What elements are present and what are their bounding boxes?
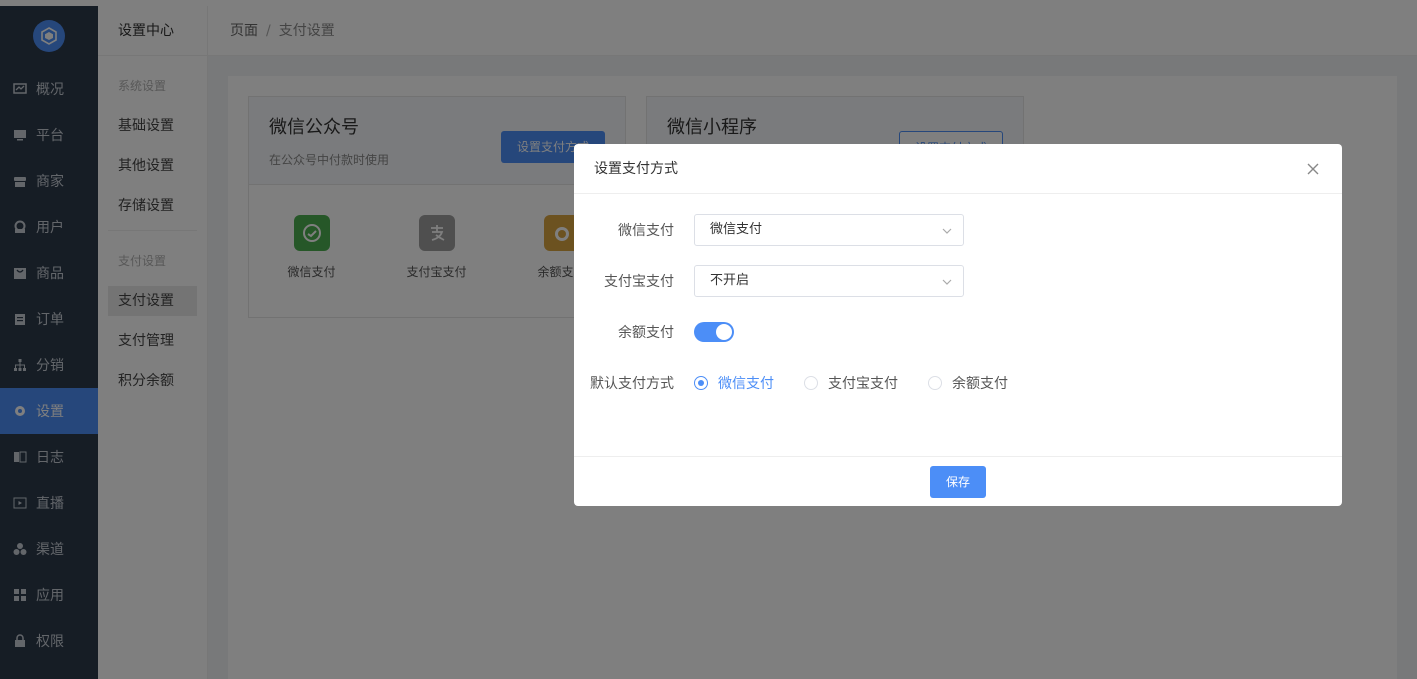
alipay-label: 支付宝支付 <box>604 274 674 290</box>
payment-dialog: 设置支付方式 微信支付 微信支付 支付宝支付 不开启 余额支付 默认支付方式 微… <box>574 144 1342 506</box>
radio-alipay[interactable]: 支付宝支付 <box>804 373 898 393</box>
dialog-body: 微信支付 微信支付 支付宝支付 不开启 余额支付 默认支付方式 微信支付 支付宝… <box>574 194 1342 399</box>
chevron-down-icon <box>942 228 952 234</box>
select-value: 微信支付 <box>710 222 763 237</box>
radio-label: 余额支付 <box>952 376 1008 392</box>
radio-wechat[interactable]: 微信支付 <box>694 373 774 393</box>
save-button[interactable]: 保存 <box>930 465 986 498</box>
radio-balance[interactable]: 余额支付 <box>928 373 1008 393</box>
radio-dot <box>804 376 818 390</box>
row-wechat-pay: 微信支付 微信支付 <box>574 214 1342 246</box>
radio-dot <box>694 376 708 390</box>
close-icon[interactable] <box>1306 162 1320 176</box>
alipay-select[interactable]: 不开启 <box>694 265 964 297</box>
balance-label: 余额支付 <box>618 325 674 341</box>
toggle-knob <box>716 324 732 340</box>
default-method-label: 默认支付方式 <box>590 376 674 392</box>
row-alipay: 支付宝支付 不开启 <box>574 265 1342 297</box>
dialog-title: 设置支付方式 <box>594 161 678 177</box>
dialog-header: 设置支付方式 <box>574 144 1342 194</box>
select-value: 不开启 <box>710 273 750 288</box>
default-method-radios: 微信支付 支付宝支付 余额支付 <box>694 373 1038 393</box>
radio-label: 微信支付 <box>718 376 774 392</box>
wechat-pay-label: 微信支付 <box>618 223 674 239</box>
radio-dot <box>928 376 942 390</box>
row-balance: 余额支付 <box>574 316 1342 348</box>
dialog-footer: 保存 <box>574 456 1342 506</box>
radio-label: 支付宝支付 <box>828 376 898 392</box>
row-default: 默认支付方式 微信支付 支付宝支付 余额支付 <box>574 367 1342 399</box>
chevron-down-icon <box>942 279 952 285</box>
wechat-pay-select[interactable]: 微信支付 <box>694 214 964 246</box>
balance-toggle[interactable] <box>694 322 734 342</box>
